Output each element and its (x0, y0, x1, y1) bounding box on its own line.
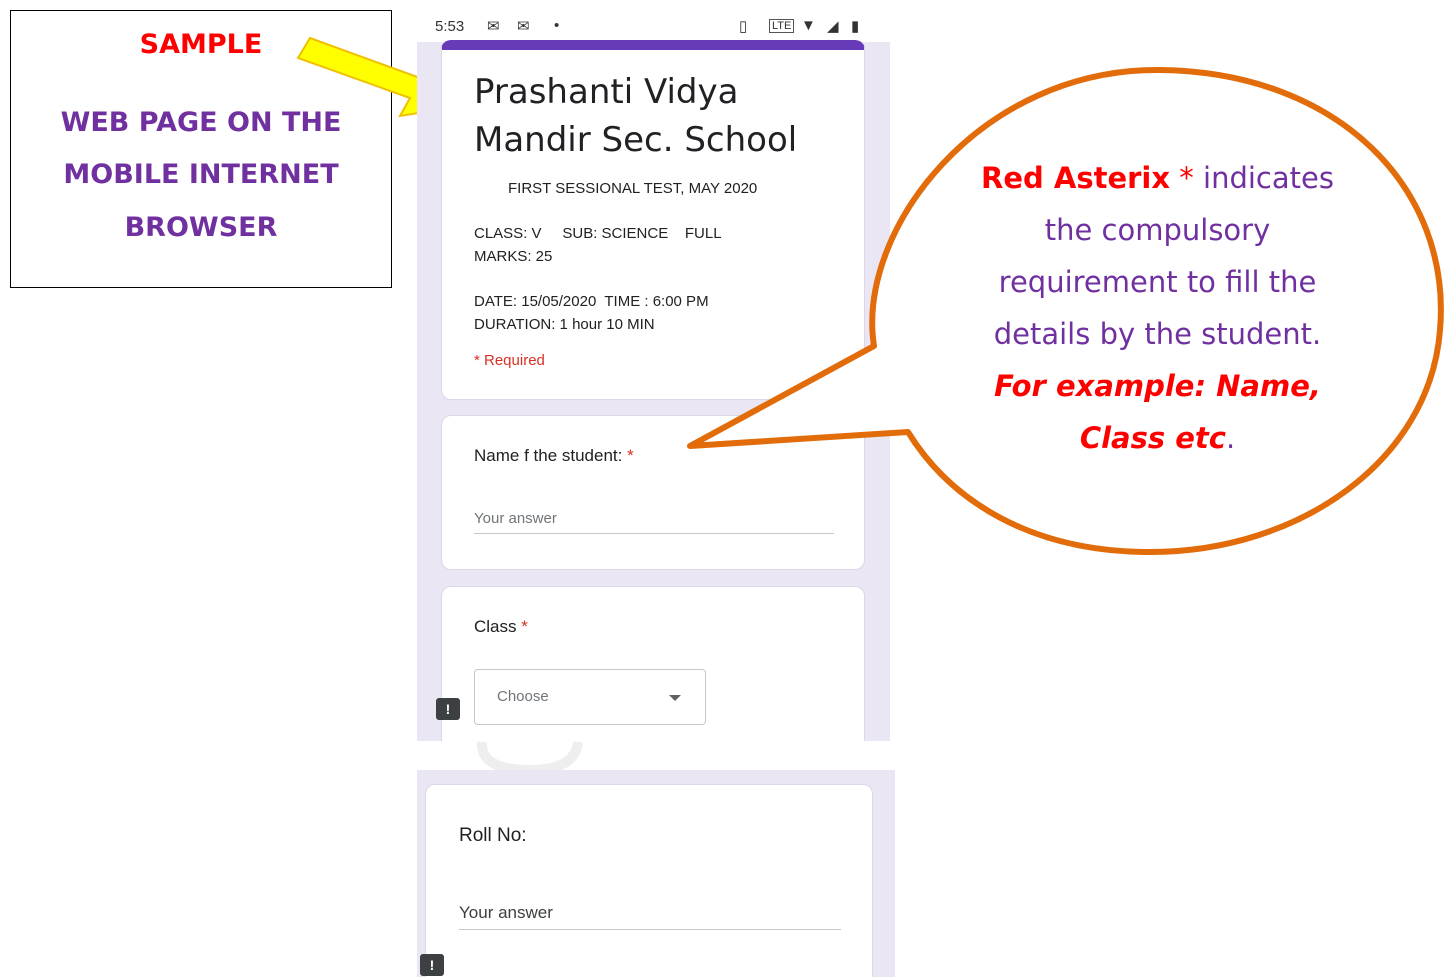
bubble-line-3: requirement to fill the (998, 265, 1317, 299)
bubble-line-2: the compulsory (1044, 213, 1271, 247)
bubble-line-4: details by the student. (993, 317, 1322, 351)
bubble-class-etc: Class etc (1079, 421, 1226, 455)
bubble-asterisk: * (1179, 161, 1194, 195)
bubble-period: . (1225, 421, 1236, 455)
speech-bubble (687, 66, 1444, 555)
bubble-line-6: Class etc. (960, 412, 1355, 464)
red-asterix-label: Red Asterix (981, 161, 1171, 195)
bubble-indicates: indicates (1193, 161, 1334, 195)
bubble-line-1: Red Asterix * indicates (960, 152, 1355, 204)
bubble-text: Red Asterix * indicates the compulsory r… (960, 152, 1355, 464)
bubble-line-5: For example: Name, (994, 369, 1321, 403)
